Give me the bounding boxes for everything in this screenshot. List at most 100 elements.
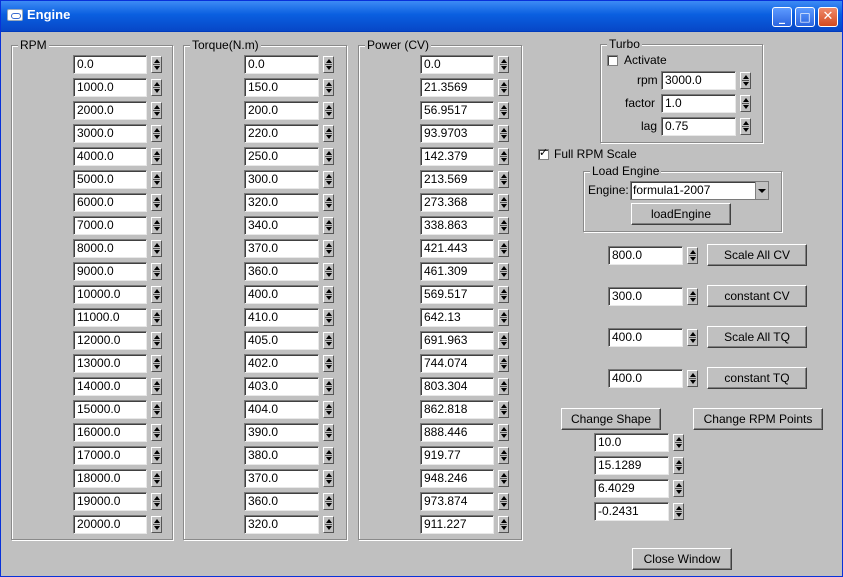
torque-value-spinner[interactable] — [323, 217, 334, 234]
power-value-spinner[interactable] — [498, 56, 509, 73]
power-value-spinner[interactable] — [498, 102, 509, 119]
chevron-down-icon[interactable] — [755, 182, 768, 199]
rpm-value-field[interactable]: 14000.0 — [73, 377, 147, 396]
rpm-value-spinner[interactable] — [151, 470, 162, 487]
power-value-field[interactable]: 21.3569 — [420, 78, 494, 97]
rpm-value-spinner[interactable] — [151, 102, 162, 119]
minimize-button[interactable]: _ — [772, 7, 792, 27]
torque-value-spinner[interactable] — [323, 447, 334, 464]
rpm-value-field[interactable]: 11000.0 — [73, 308, 147, 327]
torque-value-spinner[interactable] — [323, 470, 334, 487]
scale-all-cv-button[interactable]: Scale All CV — [707, 244, 807, 266]
power-value-spinner[interactable] — [498, 148, 509, 165]
power-value-spinner[interactable] — [498, 424, 509, 441]
rpm-value-field[interactable]: 10000.0 — [73, 285, 147, 304]
power-value-spinner[interactable] — [498, 355, 509, 372]
rpm-value-field[interactable]: 17000.0 — [73, 446, 147, 465]
torque-value-field[interactable]: 360.0 — [244, 492, 319, 511]
power-value-spinner[interactable] — [498, 470, 509, 487]
rpm-value-spinner[interactable] — [151, 79, 162, 96]
power-value-field[interactable]: 56.9517 — [420, 101, 494, 120]
torque-value-spinner[interactable] — [323, 309, 334, 326]
torque-value-field[interactable]: 403.0 — [244, 377, 319, 396]
torque-value-spinner[interactable] — [323, 125, 334, 142]
engine-select[interactable]: formula1-2007 — [630, 181, 769, 200]
torque-value-spinner[interactable] — [323, 148, 334, 165]
rpm-value-spinner[interactable] — [151, 378, 162, 395]
torque-value-field[interactable]: 380.0 — [244, 446, 319, 465]
torque-value-field[interactable]: 150.0 — [244, 78, 319, 97]
torque-value-field[interactable]: 220.0 — [244, 124, 319, 143]
full-rpm-scale-checkbox[interactable] — [538, 146, 549, 160]
turbo-rpm-field[interactable]: 3000.0 — [661, 71, 736, 90]
power-value-spinner[interactable] — [498, 447, 509, 464]
rpm-value-field[interactable]: 13000.0 — [73, 354, 147, 373]
rpm-value-field[interactable]: 7000.0 — [73, 216, 147, 235]
rpm-value-field[interactable]: 5000.0 — [73, 170, 147, 189]
power-value-spinner[interactable] — [498, 217, 509, 234]
turbo-lag-field[interactable]: 0.75 — [661, 117, 736, 136]
power-value-spinner[interactable] — [498, 516, 509, 533]
torque-value-spinner[interactable] — [323, 332, 334, 349]
rpm-value-spinner[interactable] — [151, 355, 162, 372]
torque-value-spinner[interactable] — [323, 171, 334, 188]
power-value-field[interactable]: 744.074 — [420, 354, 494, 373]
shape-param-spinner[interactable] — [673, 503, 684, 520]
power-value-field[interactable]: 691.963 — [420, 331, 494, 350]
rpm-value-field[interactable]: 20000.0 — [73, 515, 147, 534]
power-value-spinner[interactable] — [498, 378, 509, 395]
rpm-value-field[interactable]: 18000.0 — [73, 469, 147, 488]
rpm-value-spinner[interactable] — [151, 125, 162, 142]
power-value-spinner[interactable] — [498, 309, 509, 326]
rpm-value-field[interactable]: 3000.0 — [73, 124, 147, 143]
torque-value-spinner[interactable] — [323, 401, 334, 418]
turbo-factor-spinner[interactable] — [740, 95, 751, 112]
rpm-value-field[interactable]: 9000.0 — [73, 262, 147, 281]
torque-value-spinner[interactable] — [323, 378, 334, 395]
power-value-field[interactable]: 948.246 — [420, 469, 494, 488]
constant-tq-field[interactable]: 400.0 — [608, 369, 683, 388]
rpm-value-spinner[interactable] — [151, 194, 162, 211]
torque-value-field[interactable]: 200.0 — [244, 101, 319, 120]
power-value-spinner[interactable] — [498, 493, 509, 510]
torque-value-field[interactable]: 370.0 — [244, 239, 319, 258]
power-value-field[interactable]: 803.304 — [420, 377, 494, 396]
power-value-spinner[interactable] — [498, 240, 509, 257]
scale-cv-spinner[interactable] — [687, 247, 698, 264]
rpm-value-field[interactable]: 6000.0 — [73, 193, 147, 212]
rpm-value-spinner[interactable] — [151, 309, 162, 326]
power-value-spinner[interactable] — [498, 79, 509, 96]
power-value-field[interactable]: 919.77 — [420, 446, 494, 465]
torque-value-spinner[interactable] — [323, 286, 334, 303]
rpm-value-field[interactable]: 2000.0 — [73, 101, 147, 120]
torque-value-field[interactable]: 390.0 — [244, 423, 319, 442]
rpm-value-spinner[interactable] — [151, 263, 162, 280]
torque-value-spinner[interactable] — [323, 240, 334, 257]
shape-param-spinner[interactable] — [673, 480, 684, 497]
torque-value-spinner[interactable] — [323, 56, 334, 73]
shape-param-spinner[interactable] — [673, 457, 684, 474]
rpm-value-field[interactable]: 16000.0 — [73, 423, 147, 442]
rpm-value-spinner[interactable] — [151, 148, 162, 165]
power-value-field[interactable]: 862.818 — [420, 400, 494, 419]
rpm-value-field[interactable]: 0.0 — [73, 55, 147, 74]
torque-value-field[interactable]: 250.0 — [244, 147, 319, 166]
scale-tq-field[interactable]: 400.0 — [608, 328, 683, 347]
turbo-rpm-spinner[interactable] — [740, 72, 751, 89]
torque-value-spinner[interactable] — [323, 516, 334, 533]
rpm-value-spinner[interactable] — [151, 56, 162, 73]
constant-cv-button[interactable]: constant CV — [707, 285, 807, 307]
scale-all-tq-button[interactable]: Scale All TQ — [707, 326, 807, 348]
scale-tq-spinner[interactable] — [687, 329, 698, 346]
torque-value-spinner[interactable] — [323, 102, 334, 119]
power-value-field[interactable]: 273.368 — [420, 193, 494, 212]
rpm-value-field[interactable]: 12000.0 — [73, 331, 147, 350]
change-shape-button[interactable]: Change Shape — [561, 408, 661, 430]
rpm-value-spinner[interactable] — [151, 516, 162, 533]
torque-value-field[interactable]: 400.0 — [244, 285, 319, 304]
torque-value-field[interactable]: 402.0 — [244, 354, 319, 373]
power-value-field[interactable]: 0.0 — [420, 55, 494, 74]
power-value-field[interactable]: 461.309 — [420, 262, 494, 281]
power-value-field[interactable]: 142.379 — [420, 147, 494, 166]
power-value-spinner[interactable] — [498, 286, 509, 303]
